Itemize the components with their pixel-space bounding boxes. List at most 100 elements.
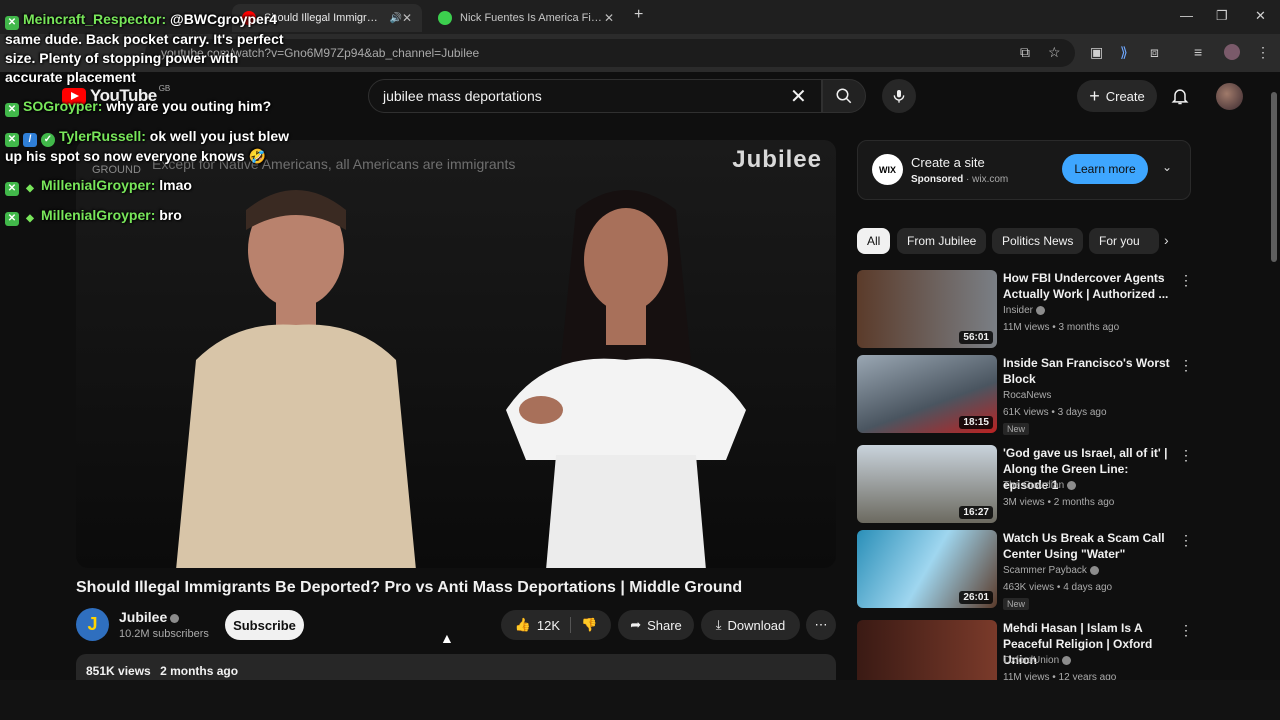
chat-badge-icon: ✕ — [5, 103, 19, 117]
share-icon: ➦ — [630, 617, 642, 632]
subscribe-button[interactable]: Subscribe — [225, 610, 304, 640]
channel-text: OxfordUnion — [1003, 655, 1060, 666]
account-avatar[interactable] — [1216, 83, 1243, 110]
recommendation-title[interactable]: How FBI Undercover Agents Actually Work … — [1003, 270, 1173, 302]
channel-text: Scammer Payback — [1003, 565, 1087, 576]
recommendation-title[interactable]: Inside San Francisco's Worst Block — [1003, 355, 1173, 387]
play-favicon-icon — [438, 11, 452, 25]
verified-icon — [1062, 655, 1072, 665]
video-duration: 56:01 — [959, 331, 993, 344]
woman-figure — [506, 190, 746, 568]
chat-badge-icon: ✕ — [5, 16, 19, 30]
more-vertical-icon[interactable]: ⋮ — [1179, 447, 1193, 464]
recommendation-item[interactable]: 56:01 How FBI Undercover Agents Actually… — [857, 270, 1193, 350]
video-thumbnail[interactable] — [857, 620, 997, 680]
close-tab-icon[interactable]: ✕ — [402, 11, 412, 25]
recommendation-meta: 11M views • 3 months ago — [1003, 322, 1120, 333]
extension-icon[interactable]: ▣ — [1090, 44, 1103, 61]
extensions-puzzle-icon[interactable]: ⧈ — [1150, 44, 1159, 61]
recommendation-channel[interactable]: Insider — [1003, 305, 1046, 316]
chevron-right-icon[interactable]: › — [1164, 232, 1169, 248]
audio-extension-icon[interactable]: ⟫ — [1120, 44, 1128, 61]
recommendation-meta: 11M views • 12 years ago — [1003, 672, 1117, 680]
chat-username: MillenialGroyper: — [41, 207, 156, 223]
maximize-icon[interactable]: ❐ — [1216, 8, 1228, 24]
ad-title: Create a site — [911, 155, 985, 170]
more-vertical-icon[interactable]: ⋮ — [1179, 532, 1193, 549]
notifications-button[interactable] — [1170, 85, 1190, 112]
recommendation-channel[interactable]: Scammer Payback — [1003, 565, 1099, 576]
chevron-down-icon[interactable]: ⌄ — [1162, 160, 1172, 174]
clear-search-icon[interactable]: ✕ — [790, 84, 807, 109]
tab-inactive[interactable]: Nick Fuentes Is America First. T ✕ — [428, 4, 624, 32]
verified-icon — [1036, 305, 1046, 315]
channel-text: Insider — [1003, 305, 1034, 316]
create-button[interactable]: + Create — [1077, 80, 1157, 112]
more-vertical-icon[interactable]: ⋮ — [1179, 622, 1191, 639]
recommendation-item[interactable]: 16:27 'God gave us Israel, all of it' | … — [857, 445, 1193, 525]
recommendation-title[interactable]: Watch Us Break a Scam Call Center Using … — [1003, 530, 1173, 562]
channel-avatar[interactable]: J — [76, 608, 109, 641]
chat-badge-icon: ✕ — [5, 182, 19, 196]
profile-avatar-icon[interactable] — [1224, 44, 1240, 60]
like-button[interactable]: 👍 12K — [514, 617, 572, 633]
new-tab-icon[interactable]: + — [634, 6, 643, 24]
thumbs-up-icon: 👍 — [514, 617, 531, 632]
bookmark-star-icon[interactable]: ☆ — [1048, 44, 1061, 61]
ad-subtitle: Sponsored · wix.com — [911, 174, 1009, 185]
thumbs-down-icon[interactable]: 👎 — [577, 617, 597, 633]
chip-from-jubilee[interactable]: From Jubilee — [897, 228, 987, 254]
channel-name[interactable]: Jubilee — [119, 609, 180, 625]
chip-for-you[interactable]: For you — [1089, 228, 1159, 254]
browser-menu-icon[interactable]: ⋮ — [1256, 44, 1270, 61]
chat-text: lmao — [159, 177, 192, 193]
voice-search-button[interactable] — [882, 79, 916, 113]
subscriber-count: 10.2M subscribers — [119, 628, 209, 640]
sponsored-label: Sponsored — [911, 174, 964, 185]
recommendation-item[interactable]: 26:01 Watch Us Break a Scam Call Center … — [857, 530, 1193, 610]
like-count: 12K — [536, 617, 561, 633]
more-vertical-icon[interactable]: ⋮ — [1179, 272, 1193, 289]
sponsored-ad[interactable]: WIX Create a site Sponsored · wix.com Le… — [857, 140, 1191, 200]
download-label: Download — [727, 617, 786, 633]
recommendation-channel[interactable]: OxfordUnion — [1003, 655, 1072, 666]
share-button[interactable]: ➦ Share — [618, 610, 694, 640]
recommendation-item[interactable]: 18:15 Inside San Francisco's Worst Block… — [857, 355, 1193, 435]
minimize-icon[interactable]: — — [1180, 8, 1193, 23]
search-input[interactable]: jubilee mass deportations — [368, 79, 822, 113]
chip-all[interactable]: All — [857, 228, 891, 254]
close-window-icon[interactable]: ✕ — [1255, 8, 1266, 24]
bell-icon — [1171, 89, 1189, 105]
close-tab-icon[interactable]: ✕ — [604, 11, 614, 25]
learn-more-button[interactable]: Learn more — [1062, 154, 1148, 184]
more-vertical-icon[interactable]: ⋮ — [1179, 357, 1193, 374]
speaker-icon[interactable]: 🔊 — [389, 13, 401, 24]
verified-icon — [1089, 565, 1099, 575]
download-icon: ⤓ — [715, 617, 722, 632]
video-thumbnail[interactable]: 18:15 — [857, 355, 997, 433]
new-badge: New — [1003, 598, 1030, 610]
jubilee-watermark: Jubilee — [732, 146, 822, 173]
chat-text: bro — [159, 207, 182, 223]
video-thumbnail[interactable]: 16:27 — [857, 445, 997, 523]
search-button[interactable] — [822, 79, 866, 113]
recommendation-channel[interactable]: The Guardian — [1003, 480, 1077, 491]
video-thumbnail[interactable]: 56:01 — [857, 270, 997, 348]
verified-badge-icon: ✓ — [41, 133, 55, 147]
recommendation-channel[interactable]: RocaNews — [1003, 390, 1051, 401]
video-thumbnail[interactable]: 26:01 — [857, 530, 997, 608]
more-actions-button[interactable]: ⋯ — [806, 610, 836, 640]
like-dislike-group: 👍 12K 👎 — [501, 610, 611, 640]
chip-politics-news[interactable]: Politics News — [992, 228, 1084, 254]
diamond-badge-icon: ◆ — [26, 183, 34, 194]
recommendation-item[interactable]: Mehdi Hasan | Islam Is A Peaceful Religi… — [857, 620, 1191, 680]
screen: { "tabs": [ {"label": "Should Illegal Im… — [0, 0, 1280, 720]
install-app-icon[interactable]: ⧉ — [1020, 44, 1030, 61]
download-button[interactable]: ⤓ Download — [701, 610, 800, 640]
ad-domain: wix.com — [972, 174, 1009, 185]
media-control-icon[interactable]: ≡ — [1194, 44, 1202, 60]
recommendation-meta: 61K views • 3 days ago — [1003, 407, 1107, 418]
microphone-icon — [893, 90, 905, 103]
stream-chat-overlay: ✕ Meincraft_Respector: @BWCgroyper4 same … — [5, 10, 295, 236]
scrollbar-thumb[interactable] — [1271, 92, 1277, 262]
